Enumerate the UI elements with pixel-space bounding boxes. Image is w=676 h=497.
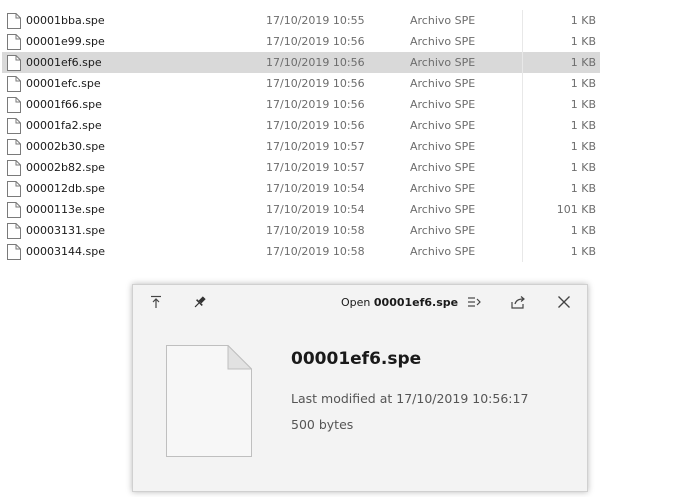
file-size: 1 KB xyxy=(570,161,596,174)
file-name: 00001f66.spe xyxy=(26,98,102,111)
file-row[interactable]: 00002b30.spe 17/10/2019 10:57 Archivo SPE 1… xyxy=(0,136,676,157)
file-name: 000012db.spe xyxy=(26,182,105,195)
file-modified-date: 17/10/2019 10:56 xyxy=(266,77,365,90)
column-divider xyxy=(522,10,523,31)
file-icon xyxy=(7,55,21,71)
file-icon xyxy=(7,244,21,260)
file-size: 1 KB xyxy=(570,182,596,195)
preview-file-name: 00001ef6.spe xyxy=(291,349,422,369)
file-icon xyxy=(7,160,21,176)
file-row[interactable]: 00001ef6.spe 17/10/2019 10:56 Archivo SPE 1… xyxy=(0,52,676,73)
file-row[interactable]: 00001e99.spe 17/10/2019 10:56 Archivo SPE 1… xyxy=(0,31,676,52)
column-divider xyxy=(522,157,523,178)
column-divider xyxy=(522,73,523,94)
file-icon xyxy=(7,118,21,134)
file-row[interactable]: 00002b82.spe 17/10/2019 10:57 Archivo SPE 1… xyxy=(0,157,676,178)
close-icon[interactable] xyxy=(556,294,572,310)
file-type: Archivo SPE xyxy=(410,35,476,48)
file-type: Archivo SPE xyxy=(410,224,476,237)
file-type: Archivo SPE xyxy=(410,182,476,195)
file-modified-date: 17/10/2019 10:57 xyxy=(266,161,365,174)
file-size: 1 KB xyxy=(570,119,596,132)
column-divider xyxy=(522,52,523,73)
file-modified-date: 17/10/2019 10:58 xyxy=(266,245,365,258)
file-name: 00001e99.spe xyxy=(26,35,105,48)
file-type: Archivo SPE xyxy=(410,98,476,111)
file-size: 1 KB xyxy=(570,56,596,69)
open-file-button[interactable]: Open 00001ef6.spe xyxy=(341,295,458,311)
file-name: 00001efc.spe xyxy=(26,77,101,90)
file-modified-date: 17/10/2019 10:56 xyxy=(266,35,365,48)
file-row[interactable]: 0000113e.spe 17/10/2019 10:54 Archivo SPE 1… xyxy=(0,199,676,220)
file-size: 1 KB xyxy=(570,140,596,153)
pin-icon[interactable] xyxy=(192,294,208,310)
open-label: Open xyxy=(341,296,371,309)
file-type: Archivo SPE xyxy=(410,140,476,153)
file-row[interactable]: 000012db.spe 17/10/2019 10:54 Archivo SPE 1… xyxy=(0,178,676,199)
file-name: 00002b30.spe xyxy=(26,140,105,153)
file-size: 1 KB xyxy=(570,224,596,237)
file-list: 00001bba.spe 17/10/2019 10:55 Archivo SPE 1… xyxy=(0,10,676,262)
file-name: 00001bba.spe xyxy=(26,14,105,27)
file-modified-date: 17/10/2019 10:54 xyxy=(266,182,365,195)
file-row[interactable]: 00001f66.spe 17/10/2019 10:56 Archivo SPE 1… xyxy=(0,94,676,115)
column-divider xyxy=(522,136,523,157)
file-size: 1 KB xyxy=(570,14,596,27)
file-size: 1 KB xyxy=(570,245,596,258)
file-icon xyxy=(7,97,21,113)
file-name: 00003131.spe xyxy=(26,224,105,237)
file-size: 1 KB xyxy=(570,35,596,48)
file-icon xyxy=(7,181,21,197)
file-modified-date: 17/10/2019 10:56 xyxy=(266,56,365,69)
file-name: 00001fa2.spe xyxy=(26,119,102,132)
file-icon xyxy=(7,13,21,29)
column-divider xyxy=(522,178,523,199)
file-name: 00001ef6.spe xyxy=(26,56,102,69)
file-row[interactable]: 00001efc.spe 17/10/2019 10:56 Archivo SPE 1… xyxy=(0,73,676,94)
file-icon xyxy=(7,223,21,239)
column-divider xyxy=(522,94,523,115)
column-divider xyxy=(522,31,523,52)
file-preview-flyout: Open 00001ef6.spe 00001ef6.spe Last modi… xyxy=(132,284,588,492)
file-icon xyxy=(7,34,21,50)
file-row[interactable]: 00003131.spe 17/10/2019 10:58 Archivo SPE 1… xyxy=(0,220,676,241)
column-divider xyxy=(522,241,523,262)
column-divider xyxy=(522,220,523,241)
file-icon xyxy=(7,76,21,92)
file-name: 00002b82.spe xyxy=(26,161,105,174)
file-type: Archivo SPE xyxy=(410,245,476,258)
column-divider xyxy=(522,199,523,220)
file-modified-date: 17/10/2019 10:56 xyxy=(266,98,365,111)
file-modified-date: 17/10/2019 10:58 xyxy=(266,224,365,237)
file-name: 00003144.spe xyxy=(26,245,105,258)
document-preview-icon xyxy=(166,344,253,457)
file-type: Archivo SPE xyxy=(410,119,476,132)
file-icon xyxy=(7,202,21,218)
file-type: Archivo SPE xyxy=(410,203,476,216)
file-type: Archivo SPE xyxy=(410,56,476,69)
file-modified-date: 17/10/2019 10:54 xyxy=(266,203,365,216)
move-to-top-icon[interactable] xyxy=(148,294,164,310)
column-divider xyxy=(522,115,523,136)
file-type: Archivo SPE xyxy=(410,161,476,174)
open-filename: 00001ef6.spe xyxy=(373,296,459,309)
file-type: Archivo SPE xyxy=(410,14,476,27)
file-type: Archivo SPE xyxy=(410,77,476,90)
file-row[interactable]: 00003144.spe 17/10/2019 10:58 Archivo SPE 1… xyxy=(0,241,676,262)
file-size: 101 KB xyxy=(556,203,596,216)
file-row[interactable]: 00001bba.spe 17/10/2019 10:55 Archivo SPE 1… xyxy=(0,10,676,31)
file-modified-date: 17/10/2019 10:55 xyxy=(266,14,365,27)
file-size: 1 KB xyxy=(570,98,596,111)
file-modified-date: 17/10/2019 10:57 xyxy=(266,140,365,153)
preview-file-size: 500 bytes xyxy=(291,417,354,432)
file-size: 1 KB xyxy=(570,77,596,90)
file-modified-date: 17/10/2019 10:56 xyxy=(266,119,365,132)
open-with-icon[interactable] xyxy=(466,294,482,310)
preview-last-modified: Last modified at 17/10/2019 10:56:17 xyxy=(291,391,529,406)
share-icon[interactable] xyxy=(510,294,526,310)
file-name: 0000113e.spe xyxy=(26,203,105,216)
file-row[interactable]: 00001fa2.spe 17/10/2019 10:56 Archivo SPE 1… xyxy=(0,115,676,136)
file-icon xyxy=(7,139,21,155)
